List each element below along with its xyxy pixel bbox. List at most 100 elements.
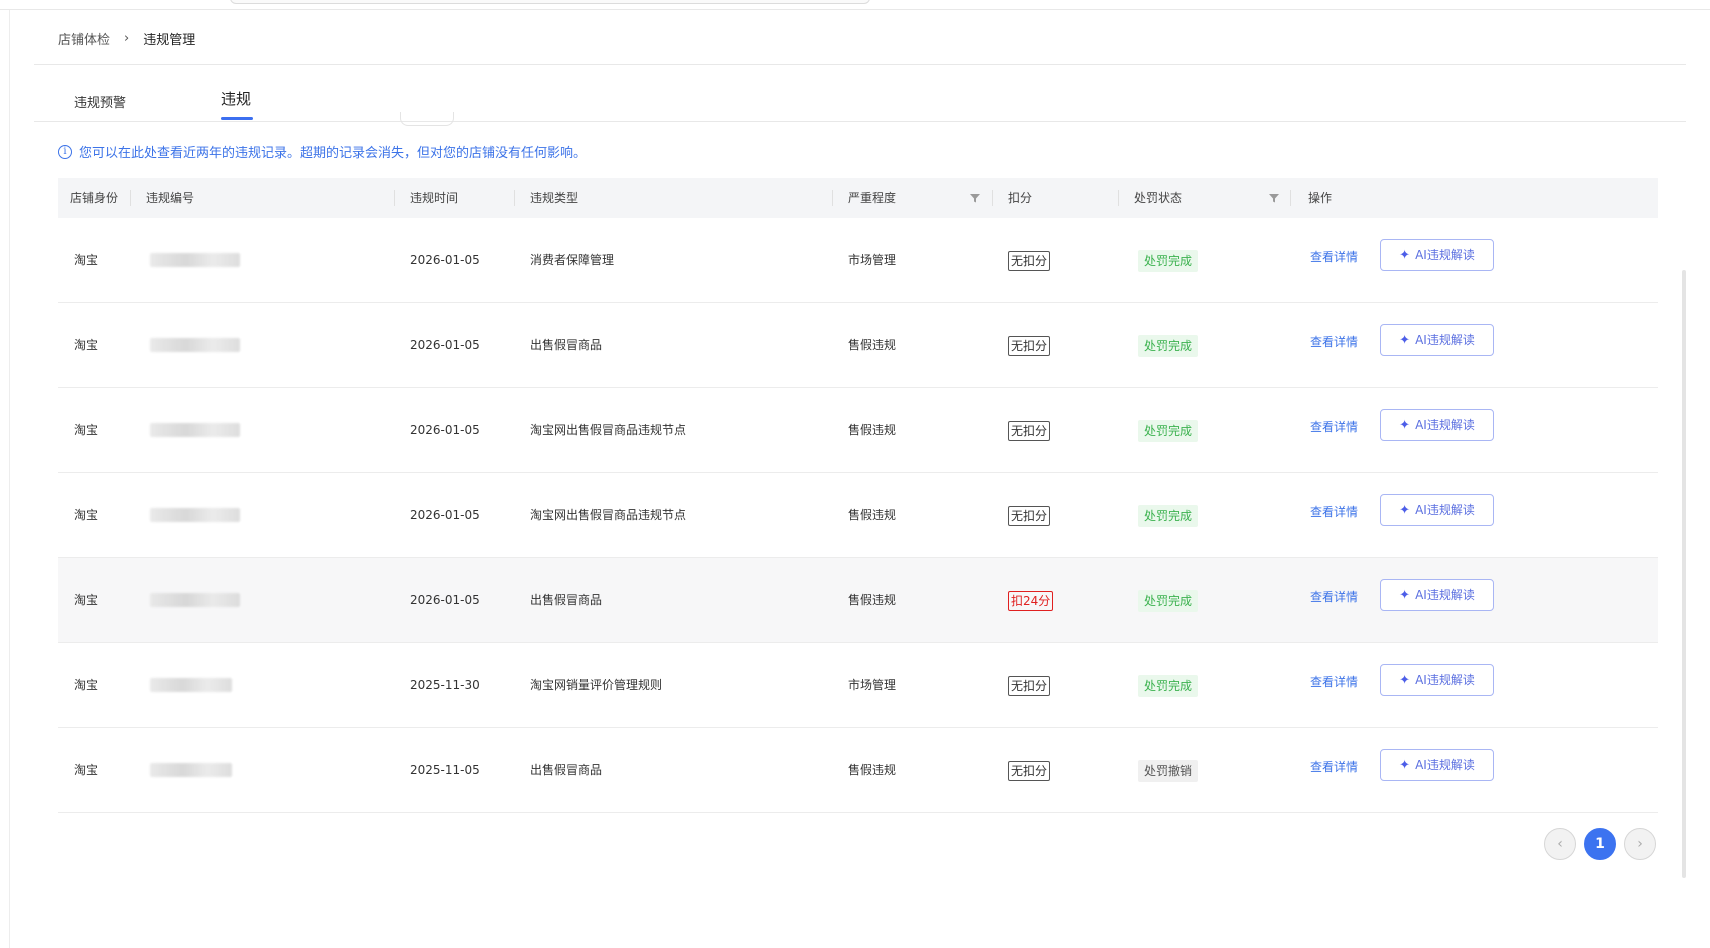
cell-time: 2025-11-05 xyxy=(410,763,480,777)
cell-type: 淘宝网出售假冒商品违规节点 xyxy=(530,423,687,437)
tab-bar: 违规预警 违规 xyxy=(34,86,1686,122)
cell-shop: 淘宝 xyxy=(74,423,99,437)
pagination: ‹ 1 › xyxy=(1544,828,1656,860)
cell-shop: 淘宝 xyxy=(74,678,99,692)
ai-button-label: AI违规解读 xyxy=(1415,758,1475,772)
col-divider xyxy=(832,190,833,206)
view-detail-link[interactable]: 查看详情 xyxy=(1310,215,1358,300)
col-actions: 操作 xyxy=(1308,191,1333,205)
ai-interpret-button[interactable]: ✦ AI违规解读 xyxy=(1380,239,1494,271)
breadcrumb-shop-checkup[interactable]: 店铺体检 xyxy=(58,29,110,48)
table-body: 淘宝 2026-01-05 消费者保障管理 市场管理 无扣分 处罚完成 查看详情… xyxy=(58,218,1658,813)
cell-severity: 售假违规 xyxy=(848,508,897,522)
view-detail-link[interactable]: 查看详情 xyxy=(1310,385,1358,470)
col-violation-no: 违规编号 xyxy=(146,191,195,205)
cell-severity: 市场管理 xyxy=(848,678,897,692)
notice-text: 您可以在此处查看近两年的违规记录。超期的记录会消失，但对您的店铺没有任何影响。 xyxy=(79,146,587,161)
status-badge: 处罚完成 xyxy=(1138,334,1199,357)
deduction-tag: 无扣分 xyxy=(1008,760,1051,781)
table-row: 淘宝 2026-01-05 淘宝网出售假冒商品违规节点 售假违规 无扣分 处罚完… xyxy=(58,388,1658,473)
col-violation-time: 违规时间 xyxy=(410,191,459,205)
cell-type: 出售假冒商品 xyxy=(530,593,603,607)
ai-button-label: AI违规解读 xyxy=(1415,503,1475,517)
violation-no-redacted xyxy=(150,253,240,267)
severity-filter-icon[interactable] xyxy=(970,193,980,203)
cell-severity: 售假违规 xyxy=(848,593,897,607)
col-divider xyxy=(394,190,395,206)
breadcrumb-chevron-icon: › xyxy=(124,30,130,46)
deduction-tag: 无扣分 xyxy=(1008,250,1051,271)
cell-time: 2026-01-05 xyxy=(410,423,480,437)
table-row: 淘宝 2026-01-05 淘宝网出售假冒商品违规节点 售假违规 无扣分 处罚完… xyxy=(58,473,1658,558)
col-divider xyxy=(992,190,993,206)
breadcrumb: 店铺体检 › 违规管理 xyxy=(58,28,195,48)
cell-type: 出售假冒商品 xyxy=(530,763,603,777)
ai-interpret-button[interactable]: ✦ AI违规解读 xyxy=(1380,324,1494,356)
page-number-button[interactable]: 1 xyxy=(1584,828,1616,860)
table-row: 淘宝 2026-01-05 出售假冒商品 售假违规 无扣分 处罚完成 查看详情 … xyxy=(58,303,1658,388)
cell-shop: 淘宝 xyxy=(74,253,99,267)
ai-interpret-button[interactable]: ✦ AI违规解读 xyxy=(1380,494,1494,526)
breadcrumb-divider xyxy=(34,64,1686,65)
status-badge: 处罚撤销 xyxy=(1138,759,1199,782)
view-detail-link[interactable]: 查看详情 xyxy=(1310,725,1358,810)
deduction-tag: 无扣分 xyxy=(1008,505,1051,526)
cell-type: 淘宝网出售假冒商品违规节点 xyxy=(530,508,687,522)
cell-time: 2026-01-05 xyxy=(410,508,480,522)
status-badge: 处罚完成 xyxy=(1138,589,1199,612)
scrollbar[interactable] xyxy=(1682,270,1686,878)
ai-button-label: AI违规解读 xyxy=(1415,673,1475,687)
cell-type: 出售假冒商品 xyxy=(530,338,603,352)
deduction-tag: 无扣分 xyxy=(1008,675,1051,696)
sparkle-icon: ✦ xyxy=(1399,758,1411,773)
top-bar xyxy=(0,0,1710,10)
status-badge: 处罚完成 xyxy=(1138,419,1199,442)
col-divider xyxy=(1290,190,1291,206)
col-divider xyxy=(514,190,515,206)
cell-severity: 市场管理 xyxy=(848,253,897,267)
deduction-tag: 无扣分 xyxy=(1008,420,1051,441)
ai-interpret-button[interactable]: ✦ AI违规解读 xyxy=(1380,749,1494,781)
ai-button-label: AI违规解读 xyxy=(1415,248,1475,262)
col-penalty-status: 处罚状态 xyxy=(1134,191,1183,205)
search-bar[interactable] xyxy=(230,0,870,4)
info-icon: i xyxy=(58,144,72,159)
tab-violation-warning[interactable]: 违规预警 xyxy=(74,92,126,111)
next-page-button[interactable]: › xyxy=(1624,828,1656,860)
status-badge: 处罚完成 xyxy=(1138,674,1199,697)
cell-shop: 淘宝 xyxy=(74,508,99,522)
cell-type: 消费者保障管理 xyxy=(530,253,615,267)
cell-severity: 售假违规 xyxy=(848,423,897,437)
active-tab-indicator xyxy=(221,117,253,120)
tab-ghost-handle xyxy=(400,112,454,126)
sparkle-icon: ✦ xyxy=(1399,503,1411,518)
violation-no-redacted xyxy=(150,338,240,352)
ai-button-label: AI违规解读 xyxy=(1415,588,1475,602)
status-filter-icon[interactable] xyxy=(1269,193,1279,203)
col-severity: 严重程度 xyxy=(848,191,897,205)
deduction-tag: 无扣分 xyxy=(1008,335,1051,356)
ai-interpret-button[interactable]: ✦ AI违规解读 xyxy=(1380,409,1494,441)
violation-no-redacted xyxy=(150,763,232,777)
cell-time: 2025-11-30 xyxy=(410,678,480,692)
ai-interpret-button[interactable]: ✦ AI违规解读 xyxy=(1380,664,1494,696)
status-badge: 处罚完成 xyxy=(1138,504,1199,527)
cell-time: 2026-01-05 xyxy=(410,593,480,607)
violation-no-redacted xyxy=(150,423,240,437)
sparkle-icon: ✦ xyxy=(1399,248,1411,263)
cell-shop: 淘宝 xyxy=(74,593,99,607)
view-detail-link[interactable]: 查看详情 xyxy=(1310,470,1358,555)
info-notice: i 您可以在此处查看近两年的违规记录。超期的记录会消失，但对您的店铺没有任何影响… xyxy=(58,142,586,161)
ai-interpret-button[interactable]: ✦ AI违规解读 xyxy=(1380,579,1494,611)
prev-page-button[interactable]: ‹ xyxy=(1544,828,1576,860)
cell-time: 2026-01-05 xyxy=(410,253,480,267)
cell-shop: 淘宝 xyxy=(74,763,99,777)
tab-violation[interactable]: 违规 xyxy=(221,88,251,109)
table-row: 淘宝 2025-11-05 出售假冒商品 售假违规 无扣分 处罚撤销 查看详情 … xyxy=(58,728,1658,813)
view-detail-link[interactable]: 查看详情 xyxy=(1310,555,1358,640)
view-detail-link[interactable]: 查看详情 xyxy=(1310,300,1358,385)
table-row: 淘宝 2025-11-30 淘宝网销量评价管理规则 市场管理 无扣分 处罚完成 … xyxy=(58,643,1658,728)
view-detail-link[interactable]: 查看详情 xyxy=(1310,640,1358,725)
table-row: 淘宝 2026-01-05 出售假冒商品 售假违规 扣24分 处罚完成 查看详情… xyxy=(58,558,1658,643)
violation-no-redacted xyxy=(150,678,232,692)
